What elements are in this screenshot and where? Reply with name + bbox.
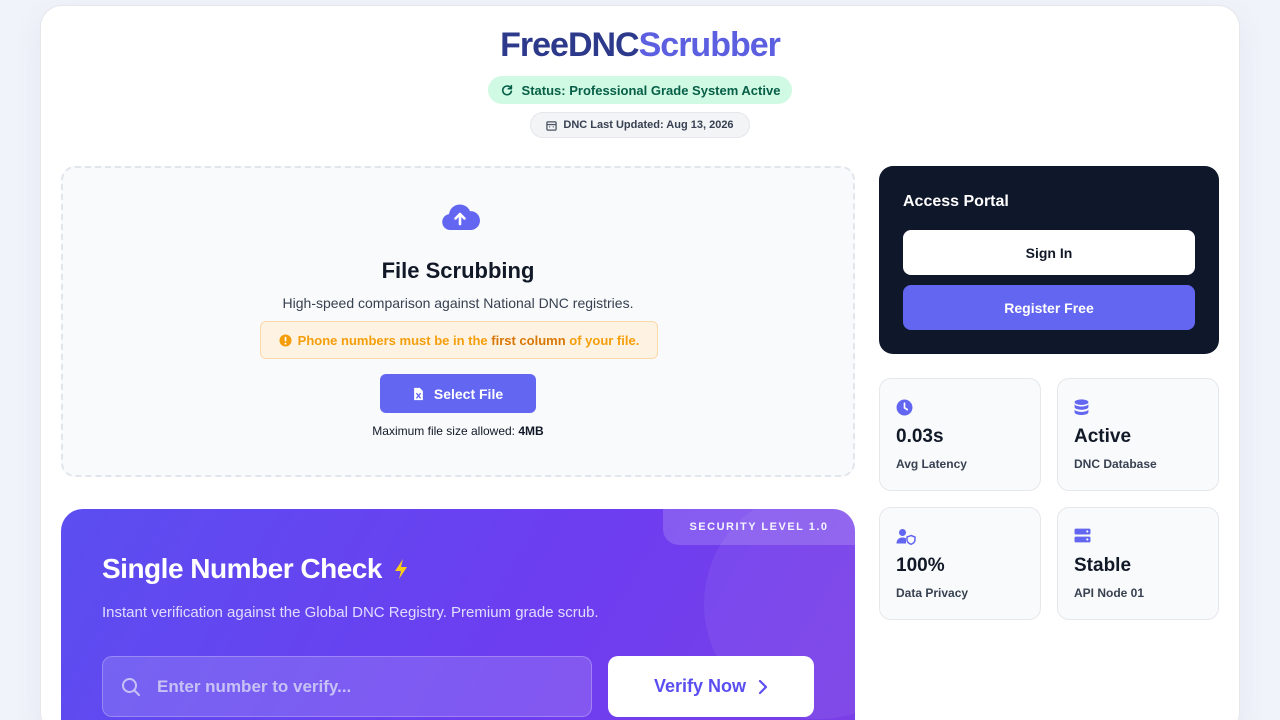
brand-logo[interactable]: FreeDNCScrubber [0,26,1280,65]
register-free-button[interactable]: Register Free [903,285,1195,330]
portal-title: Access Portal [903,193,1009,210]
access-portal: Access Portal Sign In Register Free [879,166,1219,354]
stat-value: Active [1074,426,1132,447]
stat-value: 0.03s [896,426,944,447]
status-text: Status: Professional Grade System Active [521,82,781,98]
last-updated-badge: DNC Last Updated: Aug 13, 2026 [530,112,750,138]
stat-label: API Node 01 [1074,586,1145,600]
warning-text: Phone numbers must be in the first colum… [297,332,640,348]
select-file-button[interactable]: Select File [380,374,536,413]
stat-value: Stable [1074,555,1132,576]
stat-value: 100% [896,555,945,576]
sync-icon [501,84,512,96]
security-level-badge: SECURITY LEVEL 1.0 [663,509,855,545]
number-input-wrapper [102,656,592,717]
stat-card-database: Active DNC Database [1057,378,1219,491]
calendar-icon [546,120,558,131]
stat-label: Data Privacy [896,586,969,600]
stat-label: DNC Database [1074,457,1157,471]
stat-label: Avg Latency [896,457,967,471]
server-icon [1074,528,1091,543]
sign-in-button[interactable]: Sign In [903,230,1195,275]
database-icon [1074,399,1089,416]
stat-card-latency: 0.03s Avg Latency [879,378,1041,491]
info-icon [279,333,292,347]
single-check-subtitle: Instant verification against the Global … [102,604,599,621]
phone-number-input[interactable] [157,676,557,697]
file-excel-icon [413,387,423,400]
verify-now-button[interactable]: Verify Now [608,656,814,717]
stat-card-privacy: 100% Data Privacy [879,507,1041,620]
upload-subtitle: High-speed comparison against National D… [282,295,634,311]
max-file-size: Maximum file size allowed: 4MB [372,424,544,438]
search-icon [122,677,140,696]
select-file-label: Select File [433,385,504,402]
user-shield-icon [896,529,916,545]
clock-icon [896,399,913,416]
single-number-check-card: SECURITY LEVEL 1.0 Single Number Check I… [61,509,855,720]
brand-part2: Scrubber [638,26,781,64]
verify-now-label: Verify Now [653,676,747,696]
last-updated-text: DNC Last Updated: Aug 13, 2026 [563,119,734,131]
single-check-title: Single Number Check [102,553,410,585]
brand-part1: FreeDNC [500,26,639,64]
first-column-warning: Phone numbers must be in the first colum… [260,321,658,359]
chevron-right-icon [758,679,768,694]
lightning-bolt-icon [394,559,407,579]
stat-card-api-node: Stable API Node 01 [1057,507,1219,620]
upload-title: File Scrubbing [381,258,535,283]
file-upload-dropzone[interactable]: File Scrubbing High-speed comparison aga… [61,166,855,477]
cloud-upload-icon [442,204,480,230]
status-badge: Status: Professional Grade System Active [488,76,792,104]
